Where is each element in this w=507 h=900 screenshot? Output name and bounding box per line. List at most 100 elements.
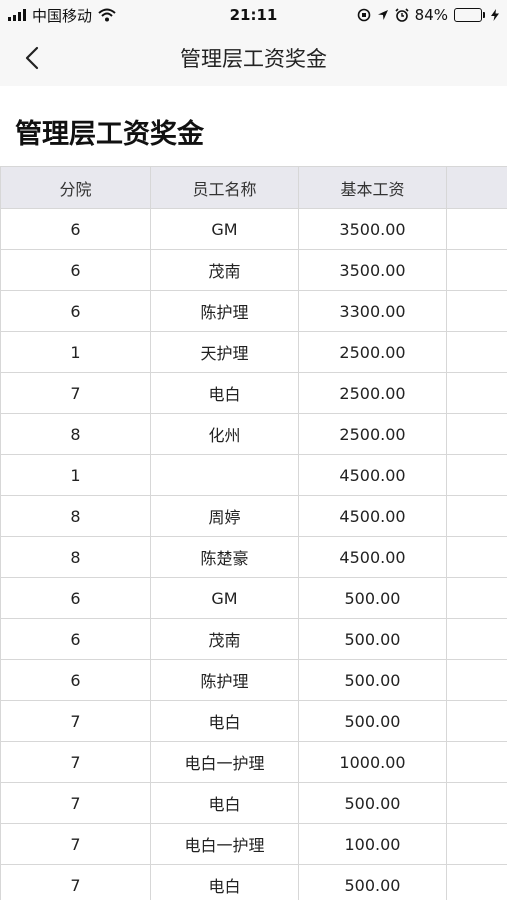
cell-base-salary: 500.00	[298, 864, 447, 900]
cell-performance: 35	[446, 249, 507, 291]
navigation-bar: 管理层工资奖金	[0, 30, 507, 86]
orientation-lock-icon	[357, 8, 370, 22]
cell-performance: 0	[446, 782, 507, 824]
cell-branch: 6	[0, 659, 151, 701]
cell-branch: 1	[0, 331, 151, 373]
cell-branch: 8	[0, 495, 151, 537]
cell-performance: 20	[446, 208, 507, 250]
cell-performance: 12	[446, 413, 507, 455]
cell-performance: 0	[446, 618, 507, 660]
cell-base-salary: 3500.00	[298, 249, 447, 291]
cell-employee-name: 电白	[150, 372, 299, 414]
page-title: 管理层工资奖金	[15, 119, 204, 150]
alarm-icon	[395, 8, 409, 22]
table-row[interactable]: 6陈护理500.000	[0, 659, 507, 701]
cell-base-salary: 4500.00	[298, 454, 447, 496]
cell-base-salary: 2500.00	[298, 372, 447, 414]
cell-employee-name: 陈楚豪	[150, 536, 299, 578]
table-row[interactable]: 1 4500.008	[0, 454, 507, 496]
cellular-signal-icon	[8, 9, 26, 21]
status-left: 中国移动	[8, 5, 116, 26]
carrier-label: 中国移动	[32, 6, 93, 25]
cell-employee-name: 陈护理	[150, 290, 299, 332]
status-bar: 中国移动 21:11 84%	[0, 0, 507, 30]
battery-percent: 84%	[414, 6, 448, 24]
table-row[interactable]: 7电白2500.008	[0, 372, 507, 414]
back-button[interactable]	[16, 42, 48, 74]
cell-base-salary: 500.00	[298, 618, 447, 660]
cell-employee-name: 电白一护理	[150, 741, 299, 783]
cell-performance: 20	[446, 331, 507, 373]
cell-employee-name: 茂南	[150, 249, 299, 291]
table-row[interactable]: 6GM3500.0020	[0, 208, 507, 250]
chevron-left-icon	[25, 46, 39, 70]
cell-base-salary: 500.00	[298, 782, 447, 824]
cell-performance: 0	[446, 823, 507, 865]
cell-branch: 7	[0, 372, 151, 414]
cell-base-salary: 100.00	[298, 823, 447, 865]
nav-title: 管理层工资奖金	[180, 47, 327, 71]
table-row[interactable]: 8陈楚豪4500.0050	[0, 536, 507, 578]
table-row[interactable]: 6陈护理3300.0020	[0, 290, 507, 332]
cell-base-salary: 1000.00	[298, 741, 447, 783]
cell-performance: 0	[446, 577, 507, 619]
cell-employee-name: 天护理	[150, 331, 299, 373]
cell-branch: 6	[0, 208, 151, 250]
table-row[interactable]: 7电白500.000	[0, 782, 507, 824]
cell-branch: 7	[0, 700, 151, 742]
table-row[interactable]: 6茂南3500.0035	[0, 249, 507, 291]
column-header-base-salary: 基本工资	[298, 166, 447, 209]
cell-branch: 8	[0, 536, 151, 578]
cell-branch: 1	[0, 454, 151, 496]
table-row[interactable]: 6GM500.000	[0, 577, 507, 619]
cell-performance: 0	[446, 659, 507, 701]
cell-employee-name	[150, 454, 299, 496]
table-row[interactable]: 7电白一护理1000.0010	[0, 741, 507, 783]
cell-base-salary: 500.00	[298, 577, 447, 619]
cell-employee-name: GM	[150, 577, 299, 619]
table-row[interactable]: 7电白一护理100.000	[0, 823, 507, 865]
cell-employee-name: 电白	[150, 864, 299, 900]
cell-base-salary: 4500.00	[298, 536, 447, 578]
cell-performance: 0	[446, 864, 507, 900]
cell-performance: 20	[446, 290, 507, 332]
cell-base-salary: 500.00	[298, 659, 447, 701]
cell-branch: 6	[0, 290, 151, 332]
salary-table-container[interactable]: 分院 员工名称 基本工资 绩效 6GM3500.00206茂南3500.0035…	[0, 166, 507, 900]
cell-branch: 6	[0, 618, 151, 660]
cell-base-salary: 3300.00	[298, 290, 447, 332]
cell-employee-name: 电白一护理	[150, 823, 299, 865]
cell-performance: 10	[446, 741, 507, 783]
cell-base-salary: 2500.00	[298, 413, 447, 455]
cell-branch: 7	[0, 782, 151, 824]
table-header-row: 分院 员工名称 基本工资 绩效	[0, 166, 507, 209]
cell-branch: 7	[0, 823, 151, 865]
table-row[interactable]: 7电白500.000	[0, 700, 507, 742]
cell-performance: 8	[446, 454, 507, 496]
cell-employee-name: 陈护理	[150, 659, 299, 701]
cell-employee-name: 茂南	[150, 618, 299, 660]
cell-branch: 7	[0, 864, 151, 900]
cell-employee-name: 化州	[150, 413, 299, 455]
cell-base-salary: 500.00	[298, 700, 447, 742]
column-header-employee-name: 员工名称	[150, 166, 299, 209]
cell-base-salary: 4500.00	[298, 495, 447, 537]
cell-performance: 50	[446, 536, 507, 578]
cell-performance: 0	[446, 700, 507, 742]
cell-branch: 6	[0, 577, 151, 619]
column-header-performance: 绩效	[446, 166, 507, 209]
cell-base-salary: 2500.00	[298, 331, 447, 373]
status-right: 84%	[357, 6, 499, 24]
cell-employee-name: GM	[150, 208, 299, 250]
table-row[interactable]: 7电白500.000	[0, 864, 507, 900]
cell-employee-name: 周婷	[150, 495, 299, 537]
table-row[interactable]: 8化州2500.0012	[0, 413, 507, 455]
table-row[interactable]: 1天护理2500.0020	[0, 331, 507, 373]
column-header-branch: 分院	[0, 166, 151, 209]
charging-icon	[491, 9, 499, 21]
cell-performance: 2	[446, 495, 507, 537]
table-row[interactable]: 6茂南500.000	[0, 618, 507, 660]
table-row[interactable]: 8周婷4500.002	[0, 495, 507, 537]
cell-branch: 8	[0, 413, 151, 455]
cell-employee-name: 电白	[150, 782, 299, 824]
